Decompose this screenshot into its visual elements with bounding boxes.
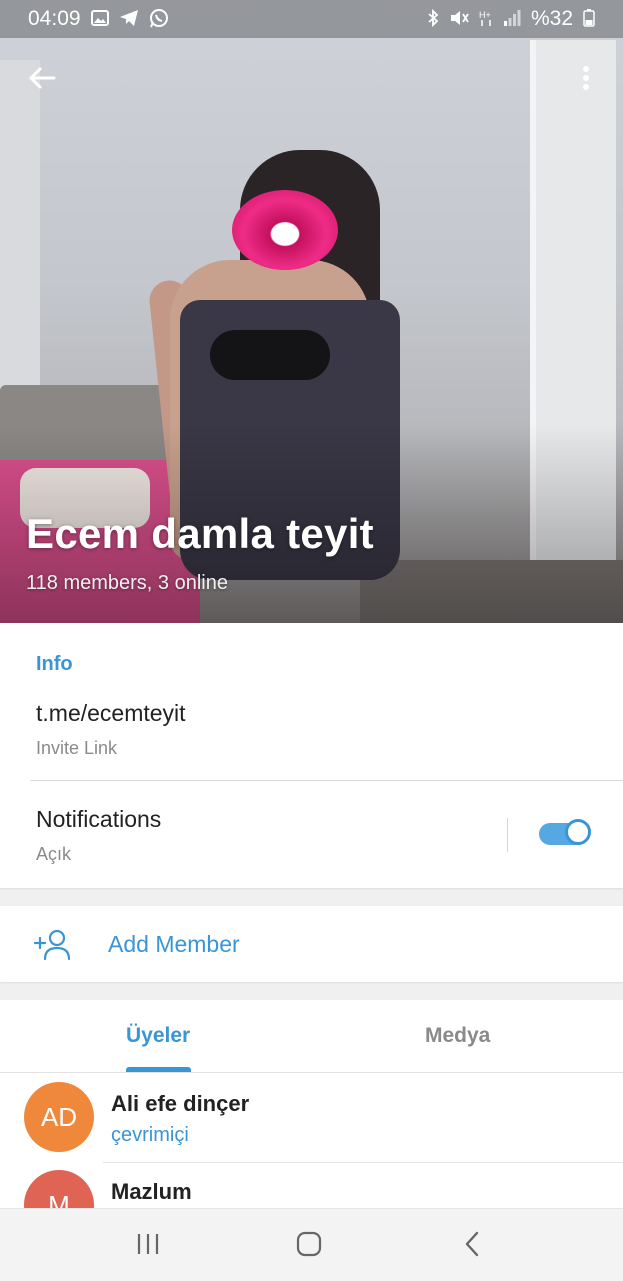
recents-button[interactable]: [128, 1231, 168, 1261]
avatar: AD: [24, 1082, 94, 1152]
member-name: Ali efe dinçer: [111, 1091, 250, 1116]
members-card: Üyeler Medya AD Ali efe dinçer çevrimiçi…: [0, 1000, 623, 1210]
back-arrow-icon: [28, 66, 56, 95]
member-row[interactable]: AD Ali efe dinçer çevrimiçi: [0, 1082, 623, 1170]
status-bar: 04:09 H+ %32: [0, 0, 623, 38]
invite-link[interactable]: t.me/ecemteyit: [36, 700, 186, 727]
member-status: çevrimiçi: [111, 1124, 189, 1146]
vertical-separator: [507, 818, 508, 852]
home-button[interactable]: [289, 1231, 329, 1261]
more-menu-button[interactable]: [566, 58, 606, 102]
whatsapp-icon: [149, 8, 169, 31]
navigation-bar: [0, 1208, 623, 1281]
divider: [30, 780, 623, 781]
hplus-data-icon: H+: [479, 9, 493, 30]
add-member-label: Add Member: [108, 931, 240, 957]
invite-link-caption: Invite Link: [36, 738, 118, 758]
status-right: H+ %32: [427, 7, 595, 31]
back-button[interactable]: [20, 58, 64, 102]
member-name: Mazlum: [111, 1179, 192, 1204]
notifications-toggle[interactable]: [539, 819, 591, 845]
notifications-status: Açık: [36, 844, 72, 864]
mute-icon: [449, 9, 469, 30]
recents-icon: [135, 1232, 161, 1261]
avatar: M: [24, 1170, 94, 1210]
battery-icon: [583, 8, 595, 30]
photo-figure-top: [210, 330, 330, 380]
telegram-icon: [119, 9, 139, 30]
group-title: Ecem damla teyit: [26, 510, 374, 557]
system-back-button[interactable]: [452, 1231, 492, 1261]
add-member-button[interactable]: Add Member: [0, 906, 623, 982]
battery-percent: %32: [530, 7, 573, 30]
info-heading: Info: [36, 653, 73, 675]
status-time: 04:09: [28, 7, 81, 30]
lips-sticker: [232, 190, 338, 270]
gallery-icon: [90, 9, 109, 29]
toggle-knob: [565, 819, 591, 845]
tab-media[interactable]: Medya: [425, 1024, 490, 1048]
notifications-label[interactable]: Notifications: [36, 806, 161, 833]
chevron-left-icon: [464, 1231, 480, 1262]
tab-bar: Üyeler Medya: [0, 1000, 623, 1073]
more-vertical-icon: [582, 65, 590, 96]
group-subtitle: 118 members, 3 online: [26, 572, 228, 594]
svg-text:H+: H+: [479, 10, 491, 20]
bluetooth-icon: [427, 8, 439, 30]
tab-indicator: [126, 1067, 191, 1072]
member-row[interactable]: M Mazlum: [0, 1170, 623, 1210]
tab-members[interactable]: Üyeler: [126, 1024, 190, 1048]
add-user-icon: [33, 929, 73, 966]
status-left: 04:09: [28, 7, 169, 31]
info-card: Info t.me/ecemteyit Invite Link Notifica…: [0, 623, 623, 888]
row-divider: [103, 1162, 623, 1163]
signal-icon: [503, 9, 521, 30]
home-icon: [296, 1231, 322, 1262]
